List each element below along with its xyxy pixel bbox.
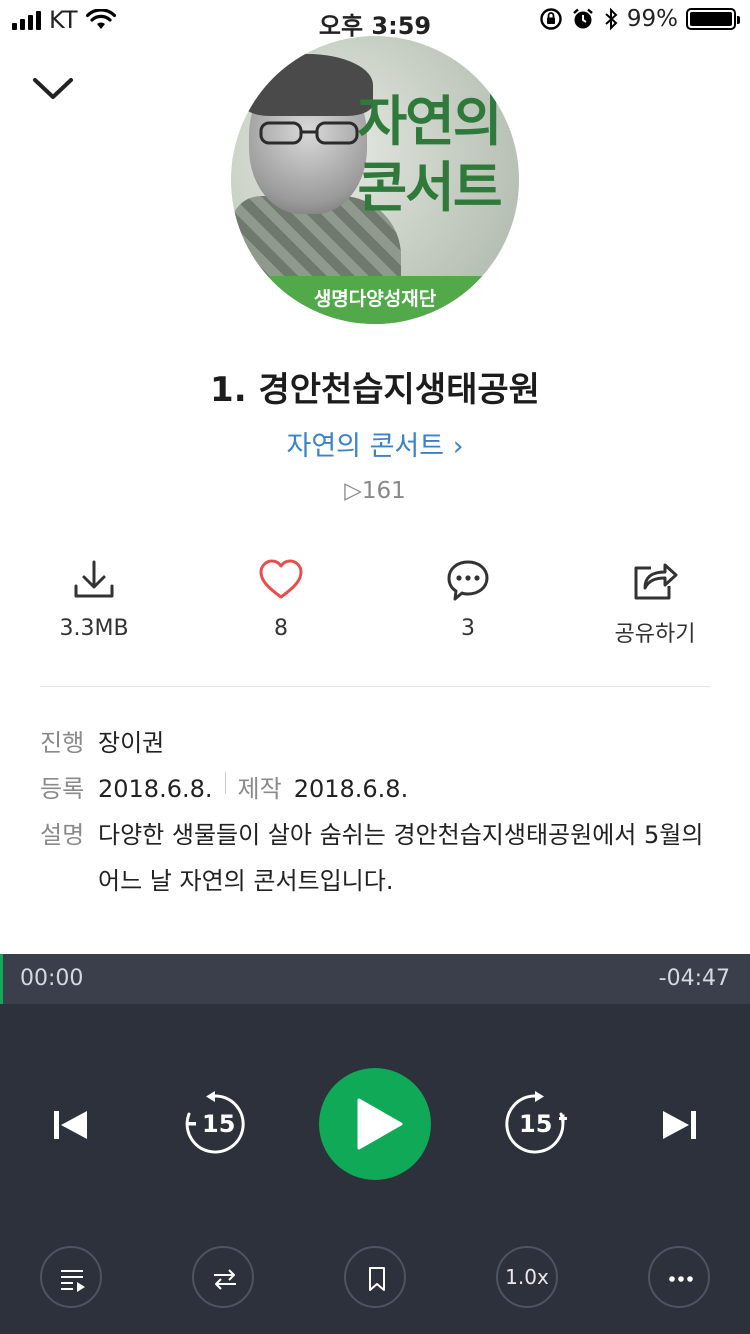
action-row: 3.3MB 8 3 공유하기 xyxy=(0,556,750,648)
download-size: 3.3MB xyxy=(59,616,129,641)
download-icon xyxy=(74,560,114,598)
rewind-15-button[interactable]: 15 xyxy=(181,1090,249,1158)
progress-bar[interactable]: 00:00 -04:47 xyxy=(0,954,750,1004)
alarm-icon xyxy=(573,8,593,29)
progress-fill xyxy=(0,954,3,1004)
date-separator xyxy=(224,772,226,794)
podcast-cover-art: 자연의 콘서트 생명다양성재단 xyxy=(231,36,519,324)
date-row: 등록 2018.6.8. 제작 2018.6.8. xyxy=(40,772,720,806)
episode-info: 진행 장이권 등록 2018.6.8. 제작 2018.6.8. 설명 다양한 … xyxy=(40,726,720,916)
bookmark-button[interactable] xyxy=(344,1246,406,1308)
share-label: 공유하기 xyxy=(614,622,696,647)
playlist-button[interactable] xyxy=(40,1246,102,1308)
play-button[interactable] xyxy=(319,1068,431,1180)
bookmark-icon xyxy=(369,1267,385,1291)
forward-label: 15 xyxy=(519,1110,553,1138)
cover-title-art: 자연의 콘서트 xyxy=(339,88,519,220)
player-controls: 15 15 1.0x xyxy=(0,1004,750,1334)
cover-title-line1: 자연의 xyxy=(357,89,502,153)
forward-15-button[interactable]: 15 xyxy=(501,1090,569,1158)
like-count: 8 xyxy=(274,616,288,641)
description-key: 설명 xyxy=(40,821,85,849)
like-button[interactable]: 8 xyxy=(211,556,351,641)
comment-button[interactable]: 3 xyxy=(398,556,538,641)
share-button[interactable]: 공유하기 xyxy=(585,556,725,648)
play-icon xyxy=(357,1098,403,1150)
next-track-icon[interactable] xyxy=(662,1110,696,1140)
divider xyxy=(40,686,710,687)
battery-icon xyxy=(686,8,740,30)
download-button[interactable]: 3.3MB xyxy=(24,556,164,641)
speed-label: 1.0x xyxy=(505,1265,549,1289)
play-count: ▷161 xyxy=(344,478,406,504)
elapsed-time: 00:00 xyxy=(20,966,84,991)
registered-key: 등록 xyxy=(40,775,85,803)
track-title: 1. 경안천습지생태공원 xyxy=(210,370,540,410)
previous-track-icon[interactable] xyxy=(54,1110,88,1140)
speed-button[interactable]: 1.0x xyxy=(496,1246,558,1308)
publisher-band: 생명다양성재단 xyxy=(231,276,519,324)
produced-value: 2018.6.8. xyxy=(293,775,409,803)
description-row: 설명 다양한 생물들이 살아 숨쉬는 경안천습지생태공원에서 5월의 어느 날 … xyxy=(40,818,720,904)
playlist-icon xyxy=(61,1270,85,1292)
status-bar: KT 오후 3:59 99% xyxy=(0,0,750,40)
share-icon xyxy=(634,563,678,600)
battery-percent: 99% xyxy=(626,6,678,32)
registered-value: 2018.6.8. xyxy=(98,775,213,803)
heart-icon xyxy=(259,559,303,599)
produced-key: 제작 xyxy=(237,775,282,803)
cover-title-line2: 콘서트 xyxy=(357,155,502,219)
more-icon xyxy=(669,1276,693,1282)
rotation-lock-icon xyxy=(540,8,562,30)
repeat-icon xyxy=(214,1269,236,1290)
more-button[interactable] xyxy=(648,1246,710,1308)
channel-link[interactable]: 자연의 콘서트 › xyxy=(0,424,750,463)
host-value: 장이권 xyxy=(98,729,165,757)
repeat-button[interactable] xyxy=(192,1246,254,1308)
comment-count: 3 xyxy=(461,616,475,641)
description-value: 다양한 생물들이 살아 숨쉬는 경안천습지생태공원에서 5월의 어느 날 자연의… xyxy=(98,821,704,895)
host-key: 진행 xyxy=(40,729,85,757)
chevron-down-icon[interactable] xyxy=(30,70,76,106)
bluetooth-icon xyxy=(605,7,618,31)
comment-icon xyxy=(447,560,489,601)
host-row: 진행 장이권 xyxy=(40,726,720,760)
rewind-label: 15 xyxy=(202,1110,236,1138)
remaining-time: -04:47 xyxy=(658,966,730,991)
status-right: 99% xyxy=(539,6,740,32)
